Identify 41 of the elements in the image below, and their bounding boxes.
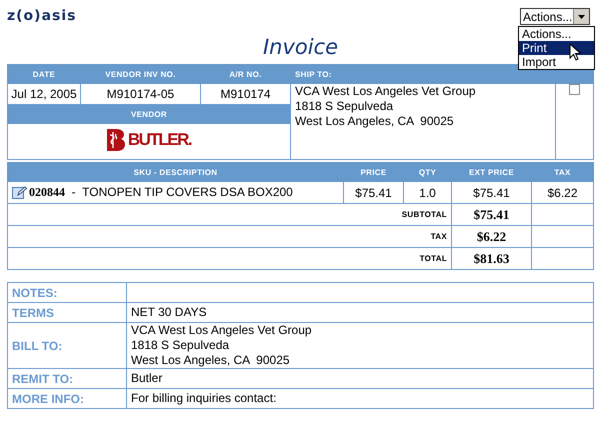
total-value: $6.22 [452,226,532,248]
column-header: EXT PRICE [452,162,532,182]
menu-item[interactable]: Print [519,41,594,55]
table-cell: 1.0 [404,182,452,204]
table-cell: $6.22 [532,182,594,204]
column-header: TAX [532,162,594,182]
field-value: Butler [131,371,162,386]
total-label: TAX [8,226,452,248]
table-cell: $75.41 [344,182,404,204]
table-cell: $75.41 [452,182,532,204]
column-header: QTY [404,162,452,182]
edit-icon[interactable] [12,186,27,200]
dropdown-arrow-icon [573,9,589,24]
column-header: DATE [8,64,80,84]
section-header: VENDOR [8,104,290,124]
field-label: MORE INFO: [8,388,126,408]
total-label: SUBTOTAL [8,204,452,226]
actions-dropdown[interactable]: Actions... [520,8,590,25]
menu-item[interactable]: Actions... [519,27,594,41]
field-label: BILL TO: [8,322,126,368]
total-value: $75.41 [452,204,532,226]
total-value: $81.63 [452,248,532,270]
column-header: PRICE [344,162,404,182]
column-header: SKU - DESCRIPTION [8,162,344,182]
page-title: Invoice [262,34,338,61]
field-value: For billing inquiries contact: [131,391,276,406]
field-label: NOTES: [8,282,126,302]
emblem-icon [106,129,125,151]
checkbox[interactable] [569,84,580,95]
item-description: 020844 - TONOPEN TIP COVERS DSA BOX200 [29,185,293,200]
field-value: NET 30 DAYS [131,305,207,320]
vendor-logo: BUTLER. [106,129,192,151]
logo: z(o)asis [7,8,76,24]
column-header: VENDOR INV NO. [80,64,200,84]
mouse-cursor-icon [569,43,581,61]
field-label: REMIT TO: [8,368,126,388]
field-value: VCA West Los Angeles Vet Group 1818 S Sepulveda West Los Angeles, CA 90025 [131,323,312,368]
field-label: TERMS [8,302,126,322]
ship-to-address: VCA West Los Angeles Vet Group 1818 S Sepulveda West Los Angeles, CA 90025 [290,84,556,160]
column-header: A/R NO. [200,64,290,84]
total-label: TOTAL [8,248,452,270]
